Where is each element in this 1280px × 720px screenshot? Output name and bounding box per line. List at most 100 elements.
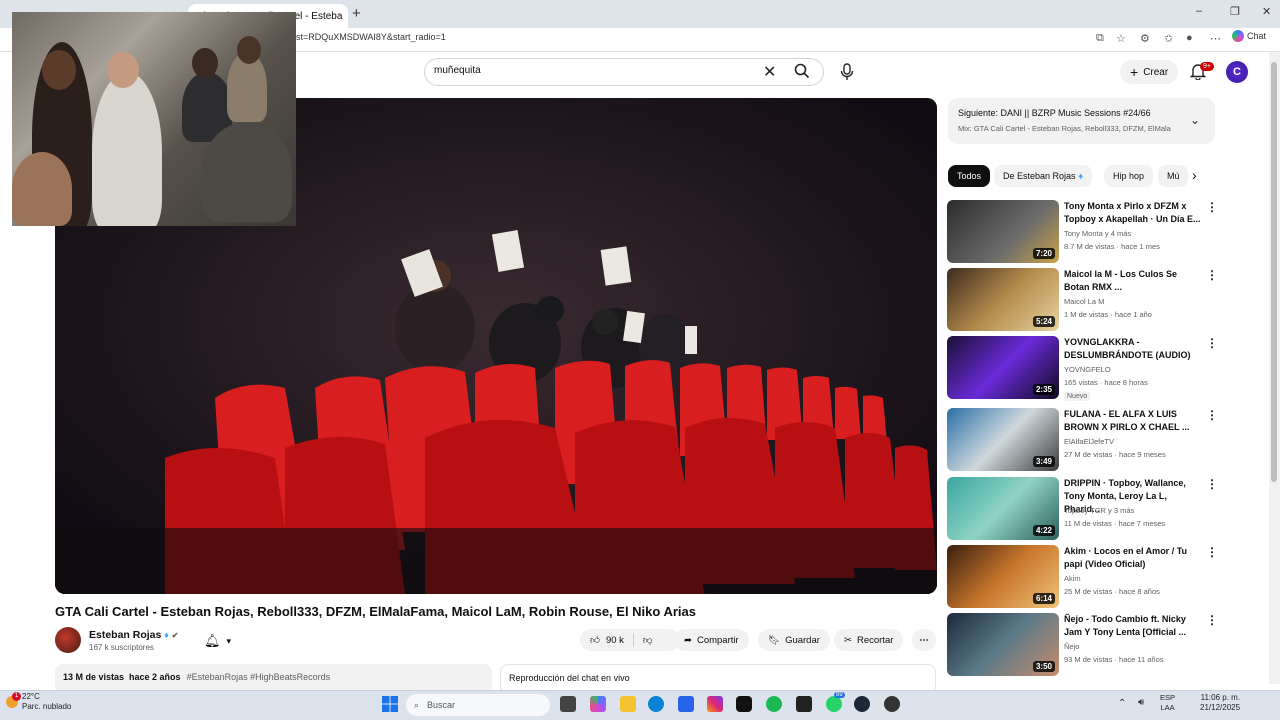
whatsapp-icon[interactable] bbox=[826, 696, 842, 712]
file-explorer-icon[interactable] bbox=[620, 696, 636, 712]
edge-browser-icon[interactable] bbox=[648, 696, 664, 712]
extension-icon[interactable]: ⚙ bbox=[1140, 32, 1150, 45]
lang-layout: LAA bbox=[1160, 703, 1175, 712]
taskbar-search-placeholder: Buscar bbox=[427, 700, 456, 710]
copilot-app-icon[interactable] bbox=[590, 696, 606, 712]
task-view-icon[interactable] bbox=[560, 696, 576, 712]
new-tab-icon[interactable]: + bbox=[352, 5, 361, 22]
thumbs-down-icon[interactable]: 👎︎ bbox=[643, 634, 653, 646]
related-channel[interactable]: Topboy TGR y 3 más bbox=[1064, 506, 1134, 515]
more-actions-icon[interactable]: ⋯ bbox=[912, 629, 936, 651]
related-meta: 165 vistas · hace 8 horas bbox=[1064, 378, 1148, 387]
share-button[interactable]: ➦ Compartir bbox=[674, 629, 749, 651]
related-thumbnail[interactable]: 5:24 bbox=[947, 268, 1059, 331]
maximize-icon[interactable]: ❐ bbox=[1230, 5, 1240, 18]
search-input[interactable] bbox=[434, 65, 734, 76]
clip-button[interactable]: ✂ Recortar bbox=[834, 629, 904, 651]
chip-musica[interactable]: Mú bbox=[1158, 165, 1188, 187]
obs-icon[interactable] bbox=[884, 696, 900, 712]
like-button[interactable]: 👍︎ 90 k bbox=[590, 634, 624, 647]
related-channel[interactable]: Tony Monta y 4 más bbox=[1064, 229, 1131, 238]
system-clock[interactable]: 11:06 p. m. 21/12/2025 bbox=[1200, 693, 1240, 713]
url-text[interactable]: st=RDQuXMSDWAI8Y&start_radio=1 bbox=[296, 32, 446, 42]
new-badge: Nuevo bbox=[1064, 392, 1091, 401]
search-icon[interactable] bbox=[793, 62, 811, 85]
volume-icon[interactable]: 🔊︎ bbox=[1138, 697, 1144, 708]
related-thumbnail[interactable]: 7:20 bbox=[947, 200, 1059, 263]
microphone-icon[interactable] bbox=[838, 62, 856, 87]
spotify-icon[interactable] bbox=[766, 696, 782, 712]
create-button[interactable]: + Crear bbox=[1120, 60, 1179, 84]
hashtags[interactable]: #EstebanRojas #HighBeatsRecords bbox=[187, 672, 331, 686]
subscription-bell-button[interactable]: 🔔︎ ▾ bbox=[204, 631, 246, 651]
plus-icon: + bbox=[1130, 64, 1139, 80]
related-title[interactable]: Akim · Locos en el Amor / Tu papi (Video… bbox=[1064, 545, 1202, 571]
windows-start-icon[interactable] bbox=[382, 696, 398, 712]
related-channel[interactable]: YOVNGFELO bbox=[1064, 365, 1111, 374]
minimize-icon[interactable]: – bbox=[1196, 5, 1202, 17]
thumbs-up-icon: 👍︎ bbox=[590, 635, 600, 646]
steam-icon[interactable] bbox=[854, 696, 870, 712]
account-avatar[interactable]: C bbox=[1226, 61, 1248, 83]
related-title[interactable]: Maicol la M - Los Culos Se Botan RMX ... bbox=[1064, 268, 1202, 294]
like-count: 90 k bbox=[605, 634, 624, 646]
up-next-panel[interactable] bbox=[948, 98, 1215, 144]
channel-name[interactable]: Esteban Rojas ♦ ✔ bbox=[89, 629, 179, 641]
more-options-icon[interactable]: ⋮ bbox=[1206, 408, 1218, 422]
more-options-icon[interactable]: ⋮ bbox=[1206, 477, 1218, 491]
related-thumbnail[interactable]: 6:14 bbox=[947, 545, 1059, 608]
related-thumbnail[interactable]: 3:49 bbox=[947, 408, 1059, 471]
install-icon[interactable]: ⧉ bbox=[1096, 32, 1104, 45]
favorites-icon[interactable]: ✩ bbox=[1164, 32, 1173, 45]
related-thumbnail[interactable]: 4:22 bbox=[947, 477, 1059, 540]
bookmark-star-icon[interactable]: ☆ bbox=[1116, 32, 1126, 45]
more-options-icon[interactable]: ⋮ bbox=[1206, 336, 1218, 350]
verified-diamond-icon: ♦ bbox=[164, 630, 169, 640]
related-meta: 25 M de vistas · hace 8 años bbox=[1064, 587, 1160, 596]
chevron-down-icon[interactable]: ⌄ bbox=[1190, 113, 1200, 127]
chip-todos[interactable]: Todos bbox=[948, 165, 991, 187]
tiktok-icon[interactable] bbox=[736, 696, 752, 712]
up-next-title: Siguiente: DANI || BZRP Music Sessions #… bbox=[958, 108, 1151, 118]
related-title[interactable]: Ñejo - Todo Cambio ft. Nicky Jam Y Tony … bbox=[1064, 613, 1202, 639]
related-title[interactable]: FULANA - EL ALFA X LUIS BROWN X PIRLO X … bbox=[1064, 408, 1202, 434]
chip-hip-hop[interactable]: Hip hop bbox=[1104, 165, 1154, 187]
language-indicator[interactable]: ESP LAA bbox=[1160, 693, 1175, 713]
windows-taskbar bbox=[0, 690, 1280, 720]
more-menu-icon[interactable]: ⋯ bbox=[1210, 32, 1221, 45]
epic-games-icon[interactable] bbox=[796, 696, 812, 712]
store-icon[interactable] bbox=[678, 696, 694, 712]
video-title: GTA Cali Cartel - Esteban Rojas, Reboll3… bbox=[55, 604, 696, 619]
related-channel[interactable]: Akim bbox=[1064, 574, 1081, 583]
related-title[interactable]: Tony Monta x Pirlo x DFZM x Topboy x Aka… bbox=[1064, 200, 1202, 226]
chevron-right-icon[interactable]: › bbox=[1192, 167, 1197, 183]
weather-alert-badge: 1 bbox=[12, 692, 21, 701]
more-options-icon[interactable]: ⋮ bbox=[1206, 268, 1218, 282]
up-next-subtitle: Mix: GTA Cali Cartel - Esteban Rojas, Re… bbox=[958, 124, 1171, 133]
taskbar-search[interactable]: ⌕ Buscar bbox=[406, 694, 550, 716]
related-channel[interactable]: Maicol La M bbox=[1064, 297, 1104, 306]
bell-icon: 🔔︎ bbox=[204, 633, 221, 648]
profile-icon[interactable]: ● bbox=[1186, 32, 1193, 44]
save-button[interactable]: 🔖︎ Guardar bbox=[758, 629, 830, 651]
close-window-icon[interactable]: ✕ bbox=[1262, 5, 1271, 18]
network-icon[interactable]: ⌃ bbox=[1118, 698, 1126, 709]
more-options-icon[interactable]: ⋮ bbox=[1206, 545, 1218, 559]
weather-widget[interactable]: 22°C Parc. nublado bbox=[22, 692, 71, 712]
related-channel[interactable]: ElAlfaElJefeTV bbox=[1064, 437, 1114, 446]
related-channel[interactable]: Ñejo bbox=[1064, 642, 1079, 651]
chevron-down-icon: ▾ bbox=[226, 635, 232, 646]
copilot-chat-button[interactable]: Chat bbox=[1232, 30, 1266, 42]
channel-avatar[interactable] bbox=[55, 627, 81, 653]
more-options-icon[interactable]: ⋮ bbox=[1206, 200, 1218, 214]
related-meta: 11 M de vistas · hace 7 meses bbox=[1064, 519, 1166, 528]
notification-count-badge: 9+ bbox=[1200, 62, 1214, 71]
more-options-icon[interactable]: ⋮ bbox=[1206, 613, 1218, 627]
instagram-icon[interactable] bbox=[707, 696, 723, 712]
clear-search-icon[interactable]: ✕ bbox=[763, 62, 776, 82]
chip-de-esteban-rojas[interactable]: De Esteban Rojas ♦ bbox=[994, 165, 1093, 187]
related-thumbnail[interactable]: 3:50 bbox=[947, 613, 1059, 676]
related-thumbnail[interactable]: 2:35 bbox=[947, 336, 1059, 399]
related-title[interactable]: YOVNGLAKKRA - DESLUMBRÁNDOTE (AUDIO) bbox=[1064, 336, 1202, 362]
scrollbar-thumb[interactable] bbox=[1271, 62, 1277, 482]
